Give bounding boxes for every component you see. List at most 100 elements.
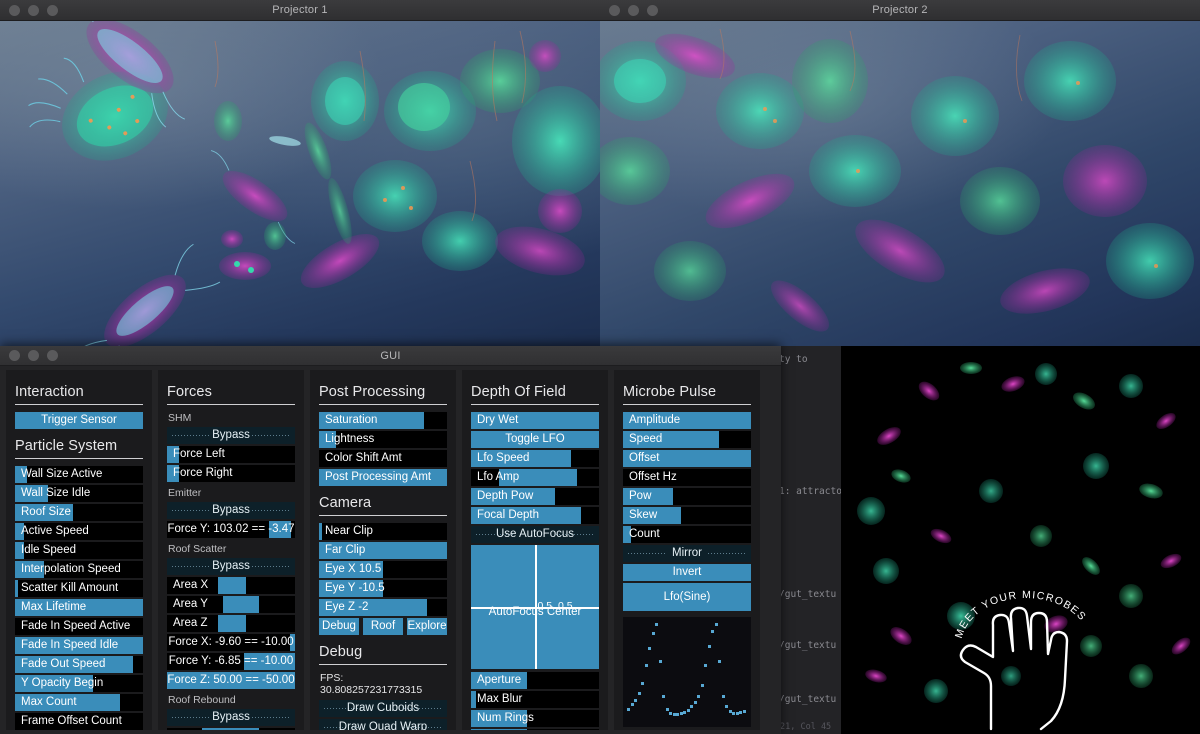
slider-lightness[interactable]: Lightness (319, 431, 447, 448)
toggle-lfo-button[interactable]: Toggle LFO (471, 431, 599, 448)
projector-1-titlebar[interactable]: Projector 1 (0, 0, 600, 21)
editor-status-bar: 21, Col 45 (780, 722, 832, 732)
slider-force-right[interactable]: Force Right (167, 465, 295, 482)
plot-point (725, 705, 729, 709)
toggle-emitter-bypass[interactable]: Bypass (167, 502, 295, 519)
gui-titlebar[interactable]: GUI (0, 346, 781, 366)
plot-point (704, 664, 708, 668)
plot-point (658, 659, 662, 663)
plot-point (711, 629, 715, 633)
plot-point (721, 694, 725, 698)
slider-fade-out-speed[interactable]: Fade Out Speed (15, 656, 143, 673)
slider-skew[interactable]: Skew (623, 507, 751, 524)
range-emitter-force-y[interactable]: Force Y: 103.02 == -3.47 (167, 521, 295, 538)
slider-aperture[interactable]: Aperture (471, 672, 599, 689)
projector-2-titlebar[interactable]: Projector 2 (600, 0, 1200, 21)
slider-count[interactable]: Count (623, 526, 751, 543)
toggle-draw-quad-warp[interactable]: Draw Quad Warp (319, 719, 447, 730)
slider-offset[interactable]: Offset (623, 450, 751, 467)
slider-far-clip[interactable]: Far Clip (319, 542, 447, 559)
lfo-sine-button[interactable]: Lfo(Sine) (623, 583, 751, 611)
slider-interpolation-speed[interactable]: Interpolation Speed (15, 561, 143, 578)
slider-speed[interactable]: Speed (623, 431, 751, 448)
slider-fade-in-speed-active[interactable]: Fade In Speed Active (15, 618, 143, 635)
projector-2-title: Projector 2 (872, 4, 928, 16)
gui-panels-container: Interaction Trigger Sensor Particle Syst… (0, 366, 781, 734)
slider-color-shift-amt[interactable]: Color Shift Amt (319, 450, 447, 467)
section-title-particle-system: Particle System (15, 438, 118, 454)
microbe-render-panel: MEET YOUR MICROBES (841, 346, 1200, 734)
range-area-x[interactable]: Area X (167, 577, 295, 594)
divider (319, 515, 447, 516)
slider-max-lifetime[interactable]: Max Lifetime (15, 599, 143, 616)
sublabel-shm: SHM (168, 412, 192, 424)
slider-focal-depth[interactable]: Focal Depth (471, 507, 599, 524)
trigger-sensor-button[interactable]: Trigger Sensor (15, 412, 143, 429)
toggle-roof-scatter-bypass[interactable]: Bypass (167, 558, 295, 575)
camera-preset-debug-button[interactable]: Debug (319, 618, 359, 635)
plot-point (651, 631, 655, 635)
slider-eye-x[interactable]: Eye X 10.5 (319, 561, 447, 578)
slider-num-samples[interactable]: Num Samples (471, 729, 599, 730)
range-roof-force-z[interactable]: Force Z: 50.00 == -50.00 (167, 672, 295, 689)
plot-point (630, 703, 634, 707)
sublabel-roof-scatter: Roof Scatter (168, 543, 227, 555)
autofocus-center-pad[interactable]: 0.5, 0.5 AutoFocus Center (471, 545, 599, 669)
range-roof-force-y[interactable]: Force Y: -6.85 == -10.00 (167, 653, 295, 670)
slider-saturation[interactable]: Saturation (319, 412, 447, 429)
slider-max-count[interactable]: Max Count (15, 694, 143, 711)
plot-point (637, 692, 641, 696)
divider (623, 404, 751, 405)
toggle-mirror[interactable]: Mirror (623, 545, 751, 562)
plot-point (665, 707, 669, 711)
slider-scatter-kill-amount[interactable]: Scatter Kill Amount (15, 580, 143, 597)
slider-roof-size[interactable]: Roof Size (15, 504, 143, 521)
slider-eye-y[interactable]: Eye Y -10.5 (319, 580, 447, 597)
range-area-y[interactable]: Area Y (167, 596, 295, 613)
plot-point (627, 707, 630, 711)
slider-amplitude[interactable]: Amplitude (623, 412, 751, 429)
meet-your-microbes-overlay: MEET YOUR MICROBES (953, 589, 1087, 731)
sublabel-emitter: Emitter (168, 487, 202, 499)
panel-forces: Forces SHM Bypass Force Left Force Right… (158, 370, 304, 730)
slider-max-blur[interactable]: Max Blur (471, 691, 599, 708)
camera-preset-roof-button[interactable]: Roof (363, 618, 403, 635)
code-editor-window[interactable]: ty to 1: attractor_ /gut_textu /gut_text… (775, 346, 841, 734)
slider-dry-wet[interactable]: Dry Wet (471, 412, 599, 429)
toggle-use-autofocus[interactable]: Use AutoFocus (471, 526, 599, 543)
slider-lfo-speed[interactable]: Lfo Speed (471, 450, 599, 467)
editor-line: ty to (779, 354, 808, 365)
slider-y-opacity-begin[interactable]: Y Opacity Begin (15, 675, 143, 692)
range-lfo-amp[interactable]: Lfo Amp (471, 469, 599, 486)
slider-eye-z[interactable]: Eye Z -2 (319, 599, 447, 616)
slider-idle-speed[interactable]: Idle Speed (15, 542, 143, 559)
slider-pow[interactable]: Pow (623, 488, 751, 505)
range-area-z[interactable]: Area Z (167, 615, 295, 632)
slider-offset-hz[interactable]: Offset Hz (623, 469, 751, 486)
slider-active-speed[interactable]: Active Speed (15, 523, 143, 540)
divider (471, 404, 599, 405)
toggle-roof-rebound-bypass[interactable]: Bypass (167, 709, 295, 726)
app-root: Projector 1 Projector 2 ty to 1: attract… (0, 0, 1200, 734)
slider-wall-size-active[interactable]: Wall Size Active (15, 466, 143, 483)
plot-point (743, 709, 746, 713)
slider-frame-offset-count[interactable]: Frame Offset Count (15, 713, 143, 730)
slider-depth-pow[interactable]: Depth Pow (471, 488, 599, 505)
slider-wall-size-idle[interactable]: Wall Size Idle (15, 485, 143, 502)
slider-post-processing-amt[interactable]: Post Processing Amt (319, 469, 447, 486)
range-rebound-area-x[interactable]: Area X (167, 728, 295, 730)
toggle-shm-bypass[interactable]: Bypass (167, 427, 295, 444)
slider-num-rings[interactable]: Num Rings (471, 710, 599, 727)
slider-fade-in-speed-idle[interactable]: Fade In Speed Idle (15, 637, 143, 654)
section-title-microbe-pulse: Microbe Pulse (623, 384, 717, 400)
microbe-render-2 (600, 28, 1194, 332)
slider-near-clip[interactable]: Near Clip (319, 523, 447, 540)
range-roof-force-x[interactable]: Force X: -9.60 == -10.00 (167, 634, 295, 651)
toggle-invert[interactable]: Invert (623, 564, 751, 581)
toggle-draw-cuboids[interactable]: Draw Cuboids (319, 700, 447, 717)
slider-force-left[interactable]: Force Left (167, 446, 295, 463)
camera-preset-explore-button[interactable]: Explore (407, 618, 447, 635)
microbe-render-1 (28, 21, 600, 354)
plot-point (634, 698, 638, 702)
plot-point (641, 681, 645, 685)
